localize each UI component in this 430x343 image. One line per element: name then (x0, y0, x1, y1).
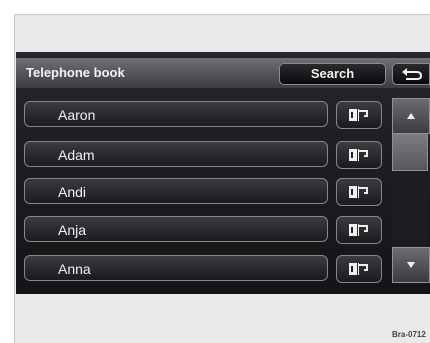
contact-details-button[interactable] (336, 141, 382, 169)
image-reference-label: Bra-0712 (392, 330, 426, 339)
contact-details-button[interactable] (336, 255, 382, 283)
scroll-thumb[interactable] (392, 133, 428, 171)
page-title: Telephone book (26, 65, 125, 80)
search-button[interactable]: Search (279, 63, 386, 85)
contact-item-andi[interactable]: Andi (24, 178, 328, 204)
scroll-down-button[interactable] (392, 247, 430, 283)
contact-item-anna[interactable]: Anna (24, 255, 328, 281)
contact-item-aaron[interactable]: Aaron (24, 101, 328, 127)
contact-details-button[interactable] (336, 101, 382, 129)
contact-item-adam[interactable]: Adam (24, 141, 328, 167)
contact-item-anja[interactable]: Anja (24, 216, 328, 242)
contact-card-icon (349, 186, 368, 198)
scroll-up-button[interactable] (392, 98, 430, 134)
contact-details-button[interactable] (336, 178, 382, 206)
arrow-down-icon (407, 262, 415, 268)
contact-card-icon (349, 109, 368, 121)
back-button[interactable] (392, 63, 430, 85)
contact-card-icon (349, 149, 368, 161)
arrow-up-icon (407, 113, 415, 119)
back-arrow-icon (402, 68, 423, 80)
contact-details-button[interactable] (336, 216, 382, 244)
contact-card-icon (349, 263, 368, 275)
contact-card-icon (349, 224, 368, 236)
